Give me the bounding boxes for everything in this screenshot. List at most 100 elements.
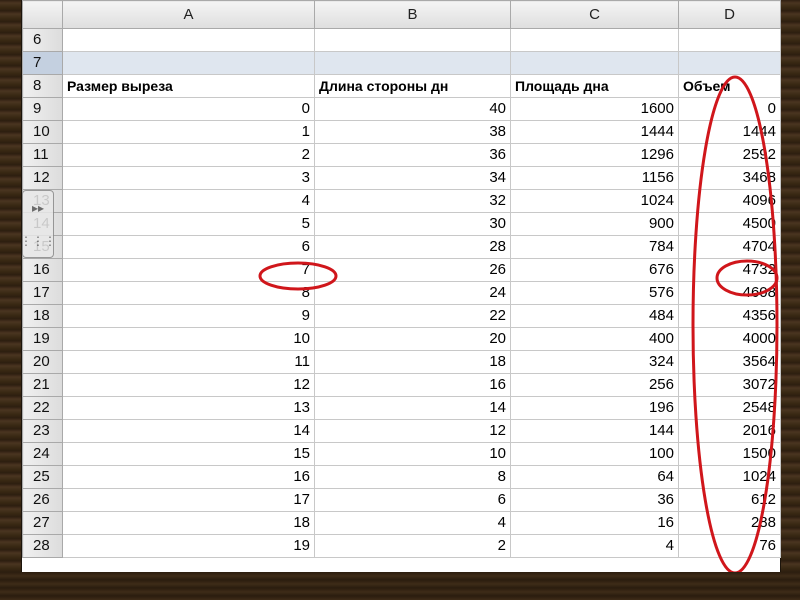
side-length-cell[interactable]: 30	[314, 212, 511, 236]
side-length-cell[interactable]: 6	[314, 488, 511, 512]
cut-size-cell[interactable]: 16	[62, 465, 315, 489]
cut-size-cell[interactable]: 6	[62, 235, 315, 259]
side-length-cell[interactable]: 8	[314, 465, 511, 489]
side-length-cell[interactable]: 32	[314, 189, 511, 213]
row-header[interactable]: 24	[22, 442, 63, 466]
row-header[interactable]: 10	[22, 120, 63, 144]
row-header[interactable]: 25	[22, 465, 63, 489]
base-area-header[interactable]: Площадь дна	[510, 74, 679, 98]
volume-cell[interactable]: 2016	[678, 419, 781, 443]
row-header[interactable]: 8	[22, 74, 63, 98]
cell[interactable]	[314, 51, 511, 75]
column-header-d[interactable]: D	[678, 0, 781, 29]
side-length-cell[interactable]: 36	[314, 143, 511, 167]
base-area-cell[interactable]: 64	[510, 465, 679, 489]
side-length-cell[interactable]: 20	[314, 327, 511, 351]
cut-size-cell[interactable]: 4	[62, 189, 315, 213]
row-header[interactable]: 23	[22, 419, 63, 443]
side-length-cell[interactable]: 4	[314, 511, 511, 535]
base-area-cell[interactable]: 676	[510, 258, 679, 282]
cut-size-cell[interactable]: 14	[62, 419, 315, 443]
side-length-cell[interactable]: 18	[314, 350, 511, 374]
cell[interactable]	[510, 51, 679, 75]
cut-size-cell[interactable]: 5	[62, 212, 315, 236]
cell[interactable]	[678, 51, 781, 75]
volume-cell[interactable]: 612	[678, 488, 781, 512]
volume-cell[interactable]: 0	[678, 97, 781, 121]
side-length-cell[interactable]: 38	[314, 120, 511, 144]
row-header[interactable]: 6	[22, 28, 63, 52]
volume-header[interactable]: Объем	[678, 74, 781, 98]
cut-size-cell[interactable]: 2	[62, 143, 315, 167]
base-area-cell[interactable]: 576	[510, 281, 679, 305]
base-area-cell[interactable]: 4	[510, 534, 679, 558]
base-area-cell[interactable]: 196	[510, 396, 679, 420]
base-area-cell[interactable]: 400	[510, 327, 679, 351]
base-area-cell[interactable]: 16	[510, 511, 679, 535]
volume-cell[interactable]: 4704	[678, 235, 781, 259]
base-area-cell[interactable]: 1444	[510, 120, 679, 144]
volume-cell[interactable]: 4500	[678, 212, 781, 236]
cell[interactable]	[510, 28, 679, 52]
row-header[interactable]: 16	[22, 258, 63, 282]
volume-cell[interactable]: 4096	[678, 189, 781, 213]
base-area-cell[interactable]: 256	[510, 373, 679, 397]
base-area-cell[interactable]: 1296	[510, 143, 679, 167]
cut-size-cell[interactable]: 3	[62, 166, 315, 190]
cut-size-cell[interactable]: 12	[62, 373, 315, 397]
cut-size-cell[interactable]: 18	[62, 511, 315, 535]
cut-size-header[interactable]: Размер выреза	[62, 74, 315, 98]
cut-size-cell[interactable]: 13	[62, 396, 315, 420]
side-length-cell[interactable]: 40	[314, 97, 511, 121]
cut-size-cell[interactable]: 15	[62, 442, 315, 466]
cell[interactable]	[62, 51, 315, 75]
cut-size-cell[interactable]: 8	[62, 281, 315, 305]
side-length-cell[interactable]: 12	[314, 419, 511, 443]
row-header[interactable]: 9	[22, 97, 63, 121]
cell[interactable]	[678, 28, 781, 52]
double-arrow-icon[interactable]: ▸▸	[32, 201, 44, 215]
volume-cell[interactable]: 288	[678, 511, 781, 535]
row-header[interactable]: 19	[22, 327, 63, 351]
row-header[interactable]: 17	[22, 281, 63, 305]
side-length-cell[interactable]: 16	[314, 373, 511, 397]
side-length-header[interactable]: Длина стороны дн	[314, 74, 511, 98]
side-length-cell[interactable]: 26	[314, 258, 511, 282]
base-area-cell[interactable]: 324	[510, 350, 679, 374]
row-header[interactable]: 27	[22, 511, 63, 535]
row-header[interactable]: 18	[22, 304, 63, 328]
row-header[interactable]: 28	[22, 534, 63, 558]
column-header-c[interactable]: C	[510, 0, 679, 29]
row-header[interactable]: 22	[22, 396, 63, 420]
column-header-a[interactable]: A	[62, 0, 315, 29]
volume-cell[interactable]: 4732	[678, 258, 781, 282]
volume-cell[interactable]: 3564	[678, 350, 781, 374]
side-length-cell[interactable]: 14	[314, 396, 511, 420]
cut-size-cell[interactable]: 9	[62, 304, 315, 328]
cut-size-cell[interactable]: 10	[62, 327, 315, 351]
cut-size-cell[interactable]: 19	[62, 534, 315, 558]
base-area-cell[interactable]: 484	[510, 304, 679, 328]
base-area-cell[interactable]: 1156	[510, 166, 679, 190]
base-area-cell[interactable]: 36	[510, 488, 679, 512]
side-length-cell[interactable]: 10	[314, 442, 511, 466]
cut-size-cell[interactable]: 11	[62, 350, 315, 374]
volume-cell[interactable]: 2548	[678, 396, 781, 420]
row-header[interactable]: 7	[22, 51, 63, 75]
volume-cell[interactable]: 4000	[678, 327, 781, 351]
row-header[interactable]: 11	[22, 143, 63, 167]
volume-cell[interactable]: 2592	[678, 143, 781, 167]
cell[interactable]	[62, 28, 315, 52]
volume-cell[interactable]: 4356	[678, 304, 781, 328]
select-all-corner[interactable]	[22, 0, 63, 29]
column-header-b[interactable]: B	[314, 0, 511, 29]
side-length-cell[interactable]: 24	[314, 281, 511, 305]
volume-cell[interactable]: 1500	[678, 442, 781, 466]
side-length-cell[interactable]: 22	[314, 304, 511, 328]
volume-cell[interactable]: 76	[678, 534, 781, 558]
base-area-cell[interactable]: 100	[510, 442, 679, 466]
volume-cell[interactable]: 3468	[678, 166, 781, 190]
base-area-cell[interactable]: 1600	[510, 97, 679, 121]
row-header[interactable]: 21	[22, 373, 63, 397]
side-length-cell[interactable]: 2	[314, 534, 511, 558]
